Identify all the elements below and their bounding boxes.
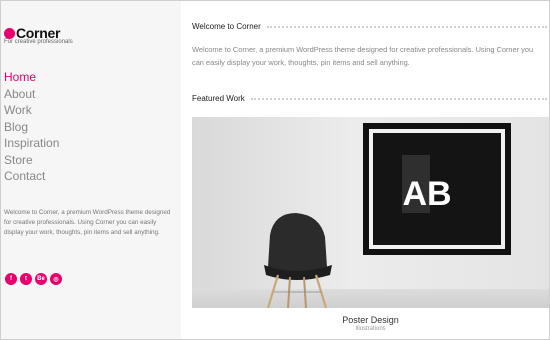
logo-dot-icon	[4, 27, 15, 39]
nav-item-about[interactable]: About	[4, 86, 59, 103]
welcome-text: Welcome to Corner, a premium WordPress t…	[192, 45, 534, 67]
section-divider	[250, 97, 547, 100]
poster-scene: AB	[192, 117, 549, 308]
site-tagline: For creative professionals	[4, 39, 73, 45]
main-nav: Home About Work Blog Inspiration Store C…	[4, 69, 59, 185]
featured-section-header: Featured Work	[192, 94, 547, 103]
social-links: f t Be ◎	[5, 273, 62, 285]
nav-item-inspiration[interactable]: Inspiration	[4, 135, 59, 152]
facebook-icon[interactable]: f	[5, 273, 17, 285]
sidebar-about-text: Welcome to Corner, a premium WordPress t…	[4, 209, 171, 237]
poster-frame: AB	[363, 123, 511, 255]
nav-item-contact[interactable]: Contact	[4, 168, 59, 185]
featured-work-image[interactable]: AB	[192, 117, 549, 308]
dribbble-icon[interactable]: ◎	[50, 273, 62, 285]
nav-item-store[interactable]: Store	[4, 152, 59, 169]
sidebar: Corner For creative professionals Home A…	[1, 1, 181, 339]
featured-heading: Featured Work	[192, 94, 245, 103]
featured-item-category[interactable]: Illustrations	[192, 326, 549, 332]
featured-item-title[interactable]: Poster Design	[192, 315, 549, 325]
nav-item-work[interactable]: Work	[4, 102, 59, 119]
welcome-section-header: Welcome to Corner	[192, 22, 547, 31]
main-content: Welcome to Corner Welcome to Corner, a p…	[181, 1, 549, 339]
behance-icon[interactable]: Be	[35, 273, 47, 285]
nav-item-home[interactable]: Home	[4, 69, 59, 86]
welcome-heading: Welcome to Corner	[192, 22, 261, 31]
nav-item-blog[interactable]: Blog	[4, 119, 59, 136]
section-divider	[266, 25, 547, 28]
poster-logo-text: AB	[402, 175, 451, 213]
twitter-icon[interactable]: t	[20, 273, 32, 285]
